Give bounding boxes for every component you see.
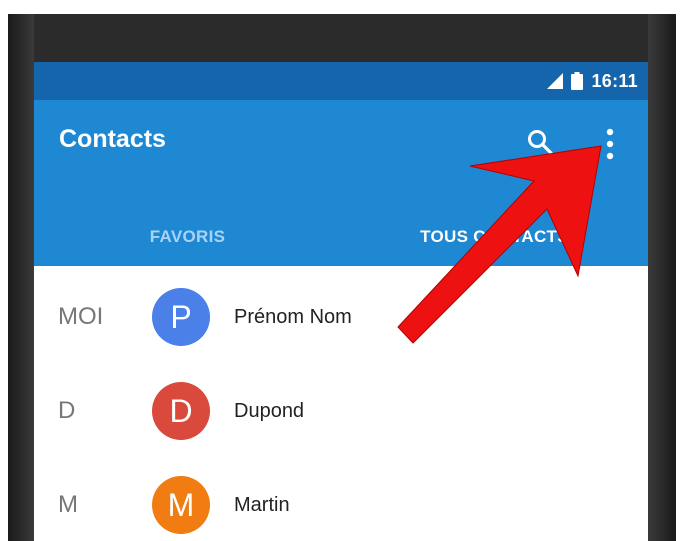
contact-row-martin[interactable]: M M Martin bbox=[34, 458, 648, 541]
avatar: D bbox=[152, 382, 210, 440]
contact-row-dupond[interactable]: D D Dupond bbox=[34, 364, 648, 458]
more-vert-icon[interactable] bbox=[598, 124, 622, 164]
contact-name: Prénom Nom bbox=[234, 305, 352, 328]
tab-favoris[interactable]: FAVORIS bbox=[34, 208, 341, 266]
phone-screen: 16:11 Contacts FAVORIS TOUS CONTACTS MOI… bbox=[34, 62, 648, 541]
status-bar: 16:11 bbox=[34, 62, 648, 100]
contact-name: Martin bbox=[234, 493, 290, 516]
section-label: M bbox=[58, 491, 78, 518]
phone-bezel-right bbox=[648, 14, 676, 541]
section-label: D bbox=[58, 397, 76, 424]
signal-icon bbox=[547, 73, 564, 89]
search-icon[interactable] bbox=[526, 128, 554, 156]
avatar: P bbox=[152, 288, 210, 346]
avatar: M bbox=[152, 476, 210, 534]
section-label: MOI bbox=[58, 303, 104, 330]
contact-row-moi[interactable]: MOI P Prénom Nom bbox=[34, 270, 648, 364]
status-icons: 16:11 bbox=[547, 62, 638, 100]
page-title: Contacts bbox=[59, 125, 166, 153]
app-bar: Contacts FAVORIS TOUS CONTACTS bbox=[34, 100, 648, 304]
contact-name: Dupond bbox=[234, 399, 305, 422]
battery-icon bbox=[571, 72, 584, 90]
status-clock: 16:11 bbox=[591, 70, 638, 91]
tab-tous-contacts[interactable]: TOUS CONTACTS bbox=[341, 208, 648, 266]
phone-bezel-left bbox=[8, 14, 34, 541]
